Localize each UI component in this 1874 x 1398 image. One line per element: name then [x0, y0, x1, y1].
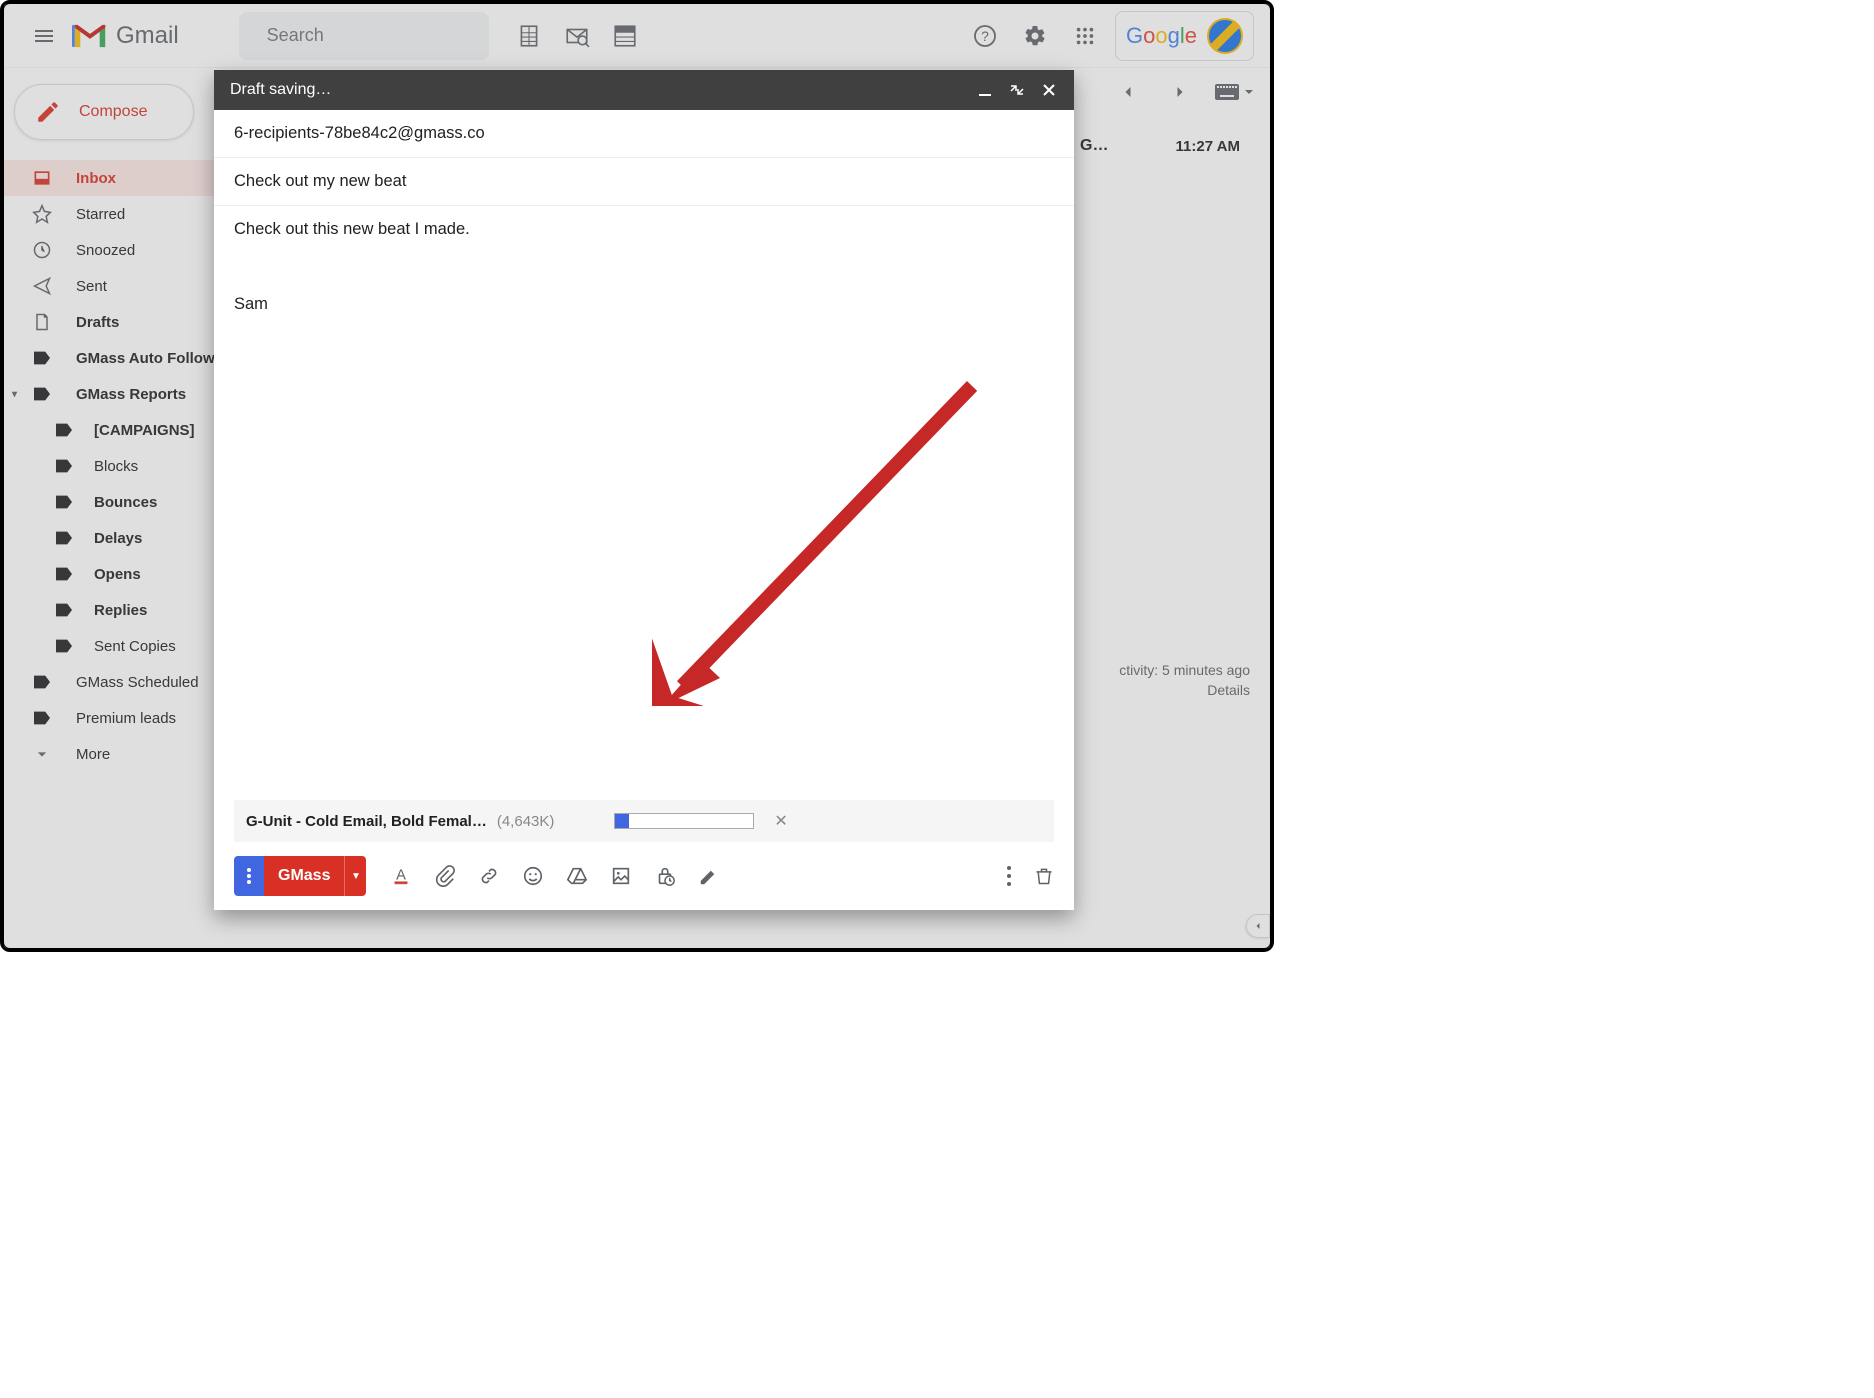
attachment-remove-icon[interactable]: ✕ — [774, 811, 787, 831]
link-icon[interactable] — [478, 865, 500, 887]
label-icon — [30, 670, 54, 694]
compose-to-field[interactable]: 6-recipients-78be84c2@gmass.co — [214, 110, 1074, 158]
attachment-size: (4,643K) — [497, 813, 555, 830]
footer-info: ctivity: 5 minutes ago Details — [1119, 662, 1250, 698]
label-icon — [30, 706, 54, 730]
label-icon — [30, 346, 54, 370]
label-icon — [52, 418, 76, 442]
star-icon — [30, 202, 54, 226]
prev-icon[interactable] — [1110, 74, 1146, 110]
avatar[interactable] — [1207, 18, 1243, 54]
compose-label: Compose — [79, 103, 147, 121]
discard-icon[interactable] — [1034, 865, 1054, 887]
close-icon[interactable] — [1040, 83, 1058, 97]
mail-time: 11:27 AM — [1176, 138, 1240, 155]
activity-text: ctivity: 5 minutes ago — [1119, 662, 1250, 678]
clock-icon — [30, 238, 54, 262]
gmass-options-button[interactable] — [234, 856, 264, 896]
drive-icon[interactable] — [566, 865, 588, 887]
pager — [1110, 74, 1254, 110]
label-icon — [52, 598, 76, 622]
compose-header[interactable]: Draft saving… — [214, 70, 1074, 110]
image-icon[interactable] — [610, 865, 632, 887]
label-icon — [52, 634, 76, 658]
compose-toolbar: GMass ▼ A — [214, 842, 1074, 910]
attachment-name: G-Unit - Cold Email, Bold Femal… — [246, 813, 487, 830]
compose-status: Draft saving… — [230, 81, 331, 99]
chevron-down-icon — [1244, 87, 1254, 97]
help-icon[interactable]: ? — [965, 16, 1005, 56]
menu-icon[interactable] — [20, 12, 68, 60]
emoji-icon[interactable] — [522, 865, 544, 887]
compose-dialog: Draft saving… 6-recipients-78be84c2@gmas… — [214, 70, 1074, 910]
pen-icon[interactable] — [698, 865, 720, 887]
attachment-row[interactable]: G-Unit - Cold Email, Bold Femal… (4,643K… — [234, 800, 1054, 842]
svg-text:A: A — [397, 868, 407, 884]
compose-subject-field[interactable]: Check out my new beat — [214, 158, 1074, 206]
sent-icon — [30, 274, 54, 298]
header-right: ? Google — [965, 11, 1254, 61]
google-account[interactable]: Google — [1115, 11, 1254, 61]
google-logo-text: Google — [1126, 23, 1197, 49]
pencil-icon — [35, 99, 61, 125]
svg-text:?: ? — [981, 28, 989, 44]
file-icon — [30, 310, 54, 334]
mail-subject: G… — [1080, 137, 1108, 155]
upload-progress — [614, 813, 754, 829]
settings-icon[interactable] — [1015, 16, 1055, 56]
chevron-down-icon — [30, 742, 54, 766]
gmail-logo[interactable]: Gmail — [72, 18, 179, 54]
template-icon[interactable] — [605, 16, 645, 56]
gmass-dropdown[interactable]: ▼ — [344, 856, 366, 896]
apps-icon[interactable] — [1065, 16, 1105, 56]
more-options-icon[interactable] — [1006, 865, 1012, 887]
label-icon — [52, 454, 76, 478]
details-link[interactable]: Details — [1207, 682, 1250, 698]
label-icon — [52, 490, 76, 514]
next-icon[interactable] — [1162, 74, 1198, 110]
body-signature: Sam — [234, 295, 1054, 314]
envelope-search-icon[interactable] — [557, 16, 597, 56]
side-panel-toggle[interactable] — [1246, 914, 1270, 938]
gmass-header-icons — [509, 16, 645, 56]
minimize-icon[interactable] — [976, 83, 994, 97]
inbox-icon — [30, 166, 54, 190]
gmail-text: Gmail — [116, 22, 179, 50]
confidential-icon[interactable] — [654, 865, 676, 887]
body-line: Check out this new beat I made. — [234, 220, 1054, 239]
compose-body[interactable]: Check out this new beat I made. Sam — [214, 206, 1074, 800]
sheets-icon[interactable] — [509, 16, 549, 56]
format-text-icon[interactable]: A — [390, 865, 412, 887]
header: Gmail ? Google — [4, 4, 1270, 68]
label-icon — [52, 526, 76, 550]
fullscreen-exit-icon[interactable] — [1008, 83, 1026, 97]
compose-button[interactable]: Compose — [14, 84, 194, 140]
label-icon — [52, 562, 76, 586]
gmass-send-button[interactable]: GMass — [264, 856, 344, 896]
label-icon — [30, 382, 54, 406]
attach-icon[interactable] — [434, 865, 456, 887]
input-tool-selector[interactable] — [1214, 83, 1254, 101]
keyboard-icon — [1214, 83, 1240, 101]
search-input[interactable] — [267, 25, 499, 46]
search-bar[interactable] — [239, 12, 489, 60]
